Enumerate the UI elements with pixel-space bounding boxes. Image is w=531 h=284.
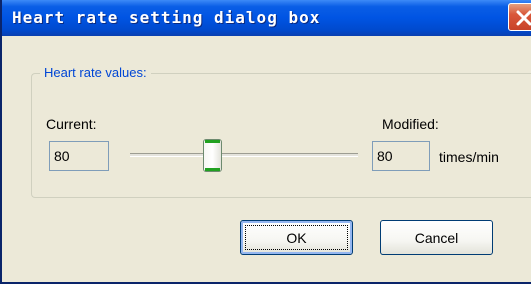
unit-label: times/min [439,149,499,165]
heart-rate-slider-track[interactable] [130,153,358,157]
ok-button[interactable]: OK [240,220,353,255]
cancel-button-label: Cancel [414,229,459,246]
close-icon [516,10,531,26]
window-title: Heart rate setting dialog box [12,8,321,27]
title-bar[interactable]: Heart rate setting dialog box [2,0,531,36]
focus-rectangle [245,225,348,250]
close-button[interactable] [508,3,531,31]
current-label: Current: [46,116,97,132]
heart-rate-values-group [31,73,531,198]
modified-label: Modified: [382,116,439,132]
modified-value-field: 80 [372,141,430,171]
heart-rate-dialog: Heart rate setting dialog box Heart rate… [0,0,531,284]
group-label: Heart rate values: [40,65,151,80]
heart-rate-slider-thumb[interactable] [203,139,222,172]
current-value-field: 80 [49,141,109,171]
cancel-button[interactable]: Cancel [380,220,493,255]
